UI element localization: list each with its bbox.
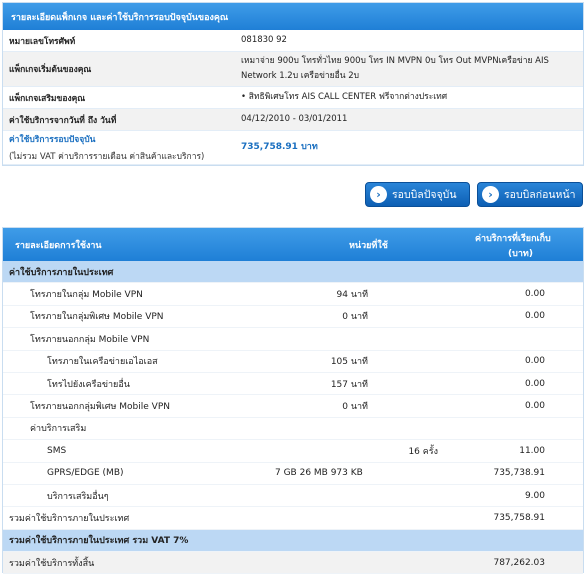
row-label: SMS xyxy=(47,445,67,456)
row-label: โทรภายในเครือข่ายเอไอเอส xyxy=(47,357,158,368)
current-cycle-button[interactable]: › รอบบิลปัจจุบัน xyxy=(365,182,470,207)
billing-period-row: ค่าใช้บริการจากวันที่ ถึง วันที่ 04/12/2… xyxy=(3,109,583,131)
row-unit: 16 ครั้ง xyxy=(408,446,438,457)
arrow-right-icon: › xyxy=(370,186,387,203)
unit-column-header: หน่วยที่ใช้ xyxy=(349,241,388,251)
row-label: โทรไปยังเครือข่ายอื่น xyxy=(47,379,130,390)
row-label: รวมค่าใช้บริการภายในประเทศ รวม VAT 7% xyxy=(9,536,189,547)
addon-package-row: แพ็กเกจเสริมของคุณ • สิทธิพิเศษโทร AIS C… xyxy=(3,87,583,109)
phone-number-label: หมายเลขโทรศัพท์ xyxy=(9,36,76,47)
table-row: โทรไปยังเครือข่ายอื่น 157 นาที 0.00 xyxy=(3,373,583,396)
row-unit: 105 นาที xyxy=(330,357,368,368)
table-row: โทรภายในเครือข่ายเอไอเอส 105 นาที 0.00 xyxy=(3,351,583,373)
row-label: GPRS/EDGE (MB) xyxy=(47,468,124,479)
previous-cycle-button[interactable]: › รอบบิลก่อนหน้า xyxy=(477,182,583,207)
phone-number-row: หมายเลขโทรศัพท์ 081830 92 xyxy=(3,30,583,52)
previous-cycle-label: รอบบิลก่อนหน้า xyxy=(504,189,576,201)
package-summary-header: รายละเอียดแพ็กเกจ และค่าใช้บริการรอบปัจจ… xyxy=(3,3,583,30)
current-cycle-label: รอบบิลปัจจุบัน xyxy=(392,189,457,201)
row-unit: 0 นาที xyxy=(342,402,368,413)
base-package-row: แพ็กเกจเริ่มต้นของคุณ เหมาจ่าย 900บ โทรท… xyxy=(3,52,583,87)
base-package-label: แพ็กเกจเริ่มต้นของคุณ xyxy=(9,65,92,75)
grand-total-row: รวมค่าใช้บริการทั้งสิ้น 787,262.03 xyxy=(3,552,583,575)
row-unit: 157 นาที xyxy=(330,379,368,390)
row-label: โทรภายนอกกลุ่มพิเศษ Mobile VPN xyxy=(30,402,170,413)
table-row: โทรภายนอกกลุ่ม Mobile VPN xyxy=(3,328,583,351)
table-row: GPRS/EDGE (MB) 7 GB 26 MB 973 KB 735,738.9… xyxy=(3,463,583,485)
usage-table-body: ค่าใช้บริการภายในประเทศโทรภายในกลุ่ม Mob… xyxy=(3,261,583,575)
usage-table-header: รายละเอียดการใช้งาน หน่วยที่ใช้ ค่าบริกา… xyxy=(3,228,583,261)
row-label: โทรภายในกลุ่ม Mobile VPN xyxy=(30,290,143,301)
table-row: บริการเสริมอื่นๆ 9.00 xyxy=(3,485,583,508)
row-amount: 735,758.91 xyxy=(493,512,545,523)
row-label: โทรภายในกลุ่มพิเศษ Mobile VPN xyxy=(30,312,164,323)
billing-period-label: ค่าใช้บริการจากวันที่ ถึง วันที่ xyxy=(9,115,117,126)
row-amount: 0.00 xyxy=(524,401,545,412)
row-label: ค่าใช้บริการภายในประเทศ xyxy=(9,267,114,278)
section-row: ค่าใช้บริการภายในประเทศ xyxy=(3,261,583,284)
current-charge-note: (ไม่รวม VAT ค่าบริการรายเดือน ค่าสินค้าแ… xyxy=(9,152,205,162)
usage-detail-panel: รายละเอียดการใช้งาน หน่วยที่ใช้ ค่าบริกา… xyxy=(2,227,584,575)
table-row: โทรภายนอกกลุ่มพิเศษ Mobile VPN 0 นาที 0.00 xyxy=(3,395,583,418)
row-amount: 0.00 xyxy=(524,378,545,389)
row-amount: 9.00 xyxy=(524,490,545,501)
row-amount: 0.00 xyxy=(524,356,545,367)
row-label: บริการเสริมอื่นๆ xyxy=(47,491,109,502)
row-unit: 0 นาที xyxy=(342,312,368,323)
table-row: SMS 16 ครั้ง 11.00 xyxy=(3,440,583,463)
table-row: โทรภายในกลุ่มพิเศษ Mobile VPN 0 นาที 0.00 xyxy=(3,306,583,329)
table-row: โทรภายในกลุ่ม Mobile VPN 94 นาที 0.00 xyxy=(3,283,583,306)
addon-package-value: • สิทธิพิเศษโทร AIS CALL CENTER ฟรีจากต่… xyxy=(241,92,448,102)
current-charge-title: ค่าใช้บริการรอบปัจจุบัน xyxy=(9,135,96,145)
row-amount: 0.00 xyxy=(524,311,545,322)
row-unit: 7 GB 26 MB 973 KB xyxy=(275,468,363,479)
table-row: รวมค่าใช้บริการภายในประเทศ 735,758.91 xyxy=(3,507,583,530)
current-charge-row: ค่าใช้บริการรอบปัจจุบัน (ไม่รวม VAT ค่าบ… xyxy=(3,131,583,165)
row-amount: 0.00 xyxy=(524,289,545,300)
row-unit: 94 นาที xyxy=(336,290,368,301)
current-charge-value: 735,758.91 บาท xyxy=(241,142,318,152)
arrow-right-icon: › xyxy=(482,186,499,203)
row-amount: 11.00 xyxy=(519,445,545,456)
row-amount: 735,738.91 xyxy=(493,468,545,479)
billing-period-value: 04/12/2010 - 03/01/2011 xyxy=(241,114,348,124)
charge-unit-header: (บาท) xyxy=(508,249,533,259)
addon-package-label: แพ็กเกจเสริมของคุณ xyxy=(9,93,86,104)
detail-column-header: รายละเอียดการใช้งาน xyxy=(15,241,102,251)
table-row: ค่าบริการเสริม xyxy=(3,418,583,441)
charge-column-header: ค่าบริการที่เรียกเก็บ xyxy=(475,234,551,244)
row-label: รวมค่าใช้บริการทั้งสิ้น xyxy=(9,558,95,569)
row-amount: 787,262.03 xyxy=(493,557,545,568)
row-label: ค่าบริการเสริม xyxy=(30,424,87,435)
row-label: รวมค่าใช้บริการภายในประเทศ xyxy=(9,513,130,524)
phone-number-value: 081830 92 xyxy=(241,35,287,45)
current-charge-label: ค่าใช้บริการรอบปัจจุบัน (ไม่รวม VAT ค่าบ… xyxy=(3,131,235,164)
package-summary-panel: รายละเอียดแพ็กเกจ และค่าใช้บริการรอบปัจจ… xyxy=(2,2,584,166)
section-row: รวมค่าใช้บริการภายในประเทศ รวม VAT 7% xyxy=(3,529,583,553)
row-label: โทรภายนอกกลุ่ม Mobile VPN xyxy=(30,334,150,345)
base-package-value: เหมาจ่าย 900บ โทรทั่วไทย 900บ โทร IN MVP… xyxy=(241,56,549,81)
